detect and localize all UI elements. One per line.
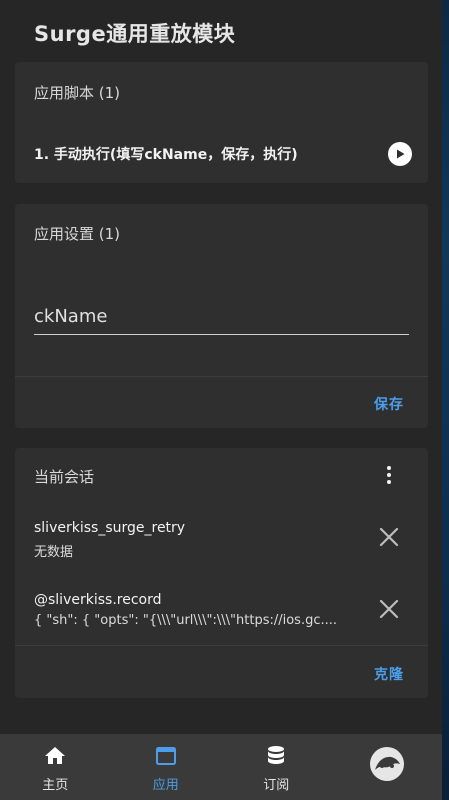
nav-item-home[interactable]: 主页 bbox=[0, 734, 111, 800]
session-item-value: { "sh": { "opts": "{\\\"url\\\":\\\"http… bbox=[34, 613, 338, 628]
play-icon bbox=[397, 149, 405, 159]
bottom-navigation: 主页 应用 订阅 bbox=[0, 734, 442, 800]
more-dot bbox=[387, 473, 391, 477]
save-button[interactable]: 保存 bbox=[374, 394, 404, 414]
page-title: Surge通用重放模块 bbox=[34, 22, 236, 46]
divider bbox=[15, 645, 428, 646]
close-icon[interactable] bbox=[378, 598, 400, 620]
session-item-name: @sliverkiss.record bbox=[34, 592, 162, 608]
settings-card: 应用设置 (1) 保存 bbox=[15, 204, 428, 428]
script-item-label: 1. 手动执行(填写ckName，保存，执行) bbox=[34, 147, 298, 163]
nav-item-apps[interactable]: 应用 bbox=[111, 734, 222, 800]
more-dot bbox=[387, 466, 391, 470]
divider bbox=[15, 376, 428, 377]
session-item-name: sliverkiss_surge_retry bbox=[34, 520, 186, 536]
home-icon bbox=[45, 747, 66, 764]
session-item-value: 无数据 bbox=[34, 545, 74, 560]
session-card-title: 当前会话 bbox=[34, 468, 95, 486]
clone-button[interactable]: 克隆 bbox=[374, 664, 404, 684]
session-card: 当前会话 sliverkiss_surge_retry 无数据 @sliverk… bbox=[15, 448, 428, 698]
app-container: Surge通用重放模块 应用脚本 (1) 1. 手动执行(填写ckName，保存… bbox=[0, 0, 442, 800]
ckname-input[interactable] bbox=[34, 299, 409, 334]
more-dot bbox=[387, 480, 391, 484]
ckname-field-wrapper bbox=[34, 299, 409, 335]
nav-item-label: 订阅 bbox=[263, 778, 290, 793]
avatar-icon bbox=[369, 747, 404, 781]
run-script-button[interactable] bbox=[388, 142, 412, 166]
settings-card-title: 应用设置 (1) bbox=[34, 225, 121, 243]
close-icon[interactable] bbox=[378, 526, 400, 548]
app-window-icon bbox=[155, 747, 176, 765]
session-item: @sliverkiss.record { "sh": { "opts": "{\… bbox=[34, 592, 408, 628]
nav-item-subscriptions[interactable]: 订阅 bbox=[221, 734, 332, 800]
nav-item-label: 应用 bbox=[152, 778, 179, 793]
session-item: sliverkiss_surge_retry 无数据 bbox=[34, 520, 408, 560]
scripts-card-title: 应用脚本 (1) bbox=[34, 84, 121, 102]
nav-item-label: 主页 bbox=[42, 778, 69, 793]
scripts-card: 应用脚本 (1) 1. 手动执行(填写ckName，保存，执行) bbox=[15, 62, 428, 183]
nav-item-profile[interactable] bbox=[332, 734, 443, 800]
more-options-button[interactable] bbox=[382, 464, 396, 486]
database-icon bbox=[268, 746, 285, 764]
script-item: 1. 手动执行(填写ckName，保存，执行) bbox=[34, 140, 412, 168]
